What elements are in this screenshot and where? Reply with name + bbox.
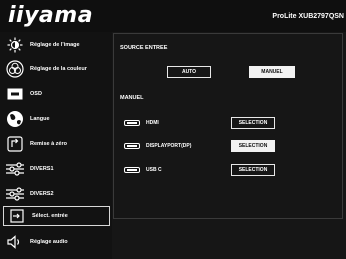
sidebar-item-label: Réglage de l'image bbox=[30, 41, 80, 48]
sidebar-item-label: Sélect. entrée bbox=[32, 213, 68, 219]
osd-window: iiyama ProLite XUB2797QSN Réglage de l'i… bbox=[0, 0, 346, 259]
sidebar-item-label: OSD bbox=[30, 90, 42, 97]
brand-logo: iiyama bbox=[8, 3, 94, 28]
sidebar-item-audio[interactable]: Réglage audio bbox=[2, 230, 110, 253]
sidebar-item-language[interactable]: Langue bbox=[2, 107, 110, 130]
displayport-select-button[interactable]: SELECTION bbox=[231, 140, 275, 152]
manuel-section-title: MANUEL bbox=[120, 95, 144, 101]
sidebar-item-divers2[interactable]: DIVERS2 bbox=[2, 182, 110, 205]
color-icon bbox=[2, 58, 28, 80]
hdmi-select-button[interactable]: SELECTION bbox=[231, 117, 275, 129]
input-row-usbc: USB C bbox=[124, 164, 162, 176]
port-icon bbox=[124, 167, 140, 173]
sliders-icon bbox=[2, 183, 28, 205]
sidebar-item-label: DIVERS1 bbox=[30, 165, 54, 172]
input-select-icon bbox=[4, 205, 30, 227]
globe-icon bbox=[2, 108, 28, 130]
header: iiyama ProLite XUB2797QSN bbox=[0, 0, 346, 32]
reset-icon bbox=[2, 133, 28, 155]
source-section-title: SOURCE ENTREE bbox=[120, 45, 168, 51]
brightness-icon bbox=[2, 34, 28, 56]
sidebar-item-color-adjust[interactable]: Réglage de la couleur bbox=[2, 57, 110, 80]
input-row-hdmi: HDMI bbox=[124, 117, 159, 129]
input-label: USB C bbox=[146, 167, 162, 173]
sidebar-item-label: Réglage audio bbox=[30, 238, 68, 245]
sidebar-item-picture-adjust[interactable]: Réglage de l'image bbox=[2, 33, 110, 56]
settings-panel: SOURCE ENTREE AUTO MANUEL MANUEL HDMI SE… bbox=[112, 32, 346, 259]
model-name: ProLite XUB2797QSN bbox=[272, 13, 344, 20]
port-icon bbox=[124, 143, 140, 149]
input-row-displayport: DISPLAYPORT(DP) bbox=[124, 140, 191, 152]
sidebar-item-input-select[interactable]: Sélect. entrée bbox=[3, 206, 110, 226]
port-icon bbox=[124, 120, 140, 126]
sidebar-item-label: Langue bbox=[30, 115, 50, 122]
auto-button[interactable]: AUTO bbox=[167, 66, 211, 78]
manuel-button[interactable]: MANUEL bbox=[249, 66, 295, 78]
input-select-box: SOURCE ENTREE AUTO MANUEL MANUEL HDMI SE… bbox=[113, 33, 343, 219]
sliders-icon bbox=[2, 158, 28, 180]
speaker-icon bbox=[2, 231, 28, 253]
sidebar-item-label: DIVERS2 bbox=[30, 190, 54, 197]
input-label: HDMI bbox=[146, 120, 159, 126]
sidebar-item-osd[interactable]: OSD bbox=[2, 82, 110, 105]
osd-icon bbox=[2, 83, 28, 105]
sidebar-menu: Réglage de l'image Réglage de la couleur bbox=[0, 32, 112, 259]
sidebar-item-reset[interactable]: Remise à zéro bbox=[2, 132, 110, 155]
usbc-select-button[interactable]: SELECTION bbox=[231, 164, 275, 176]
input-label: DISPLAYPORT(DP) bbox=[146, 143, 192, 149]
sidebar-item-label: Remise à zéro bbox=[30, 140, 67, 147]
sidebar-item-divers1[interactable]: DIVERS1 bbox=[2, 157, 110, 180]
sidebar-item-label: Réglage de la couleur bbox=[30, 65, 87, 72]
